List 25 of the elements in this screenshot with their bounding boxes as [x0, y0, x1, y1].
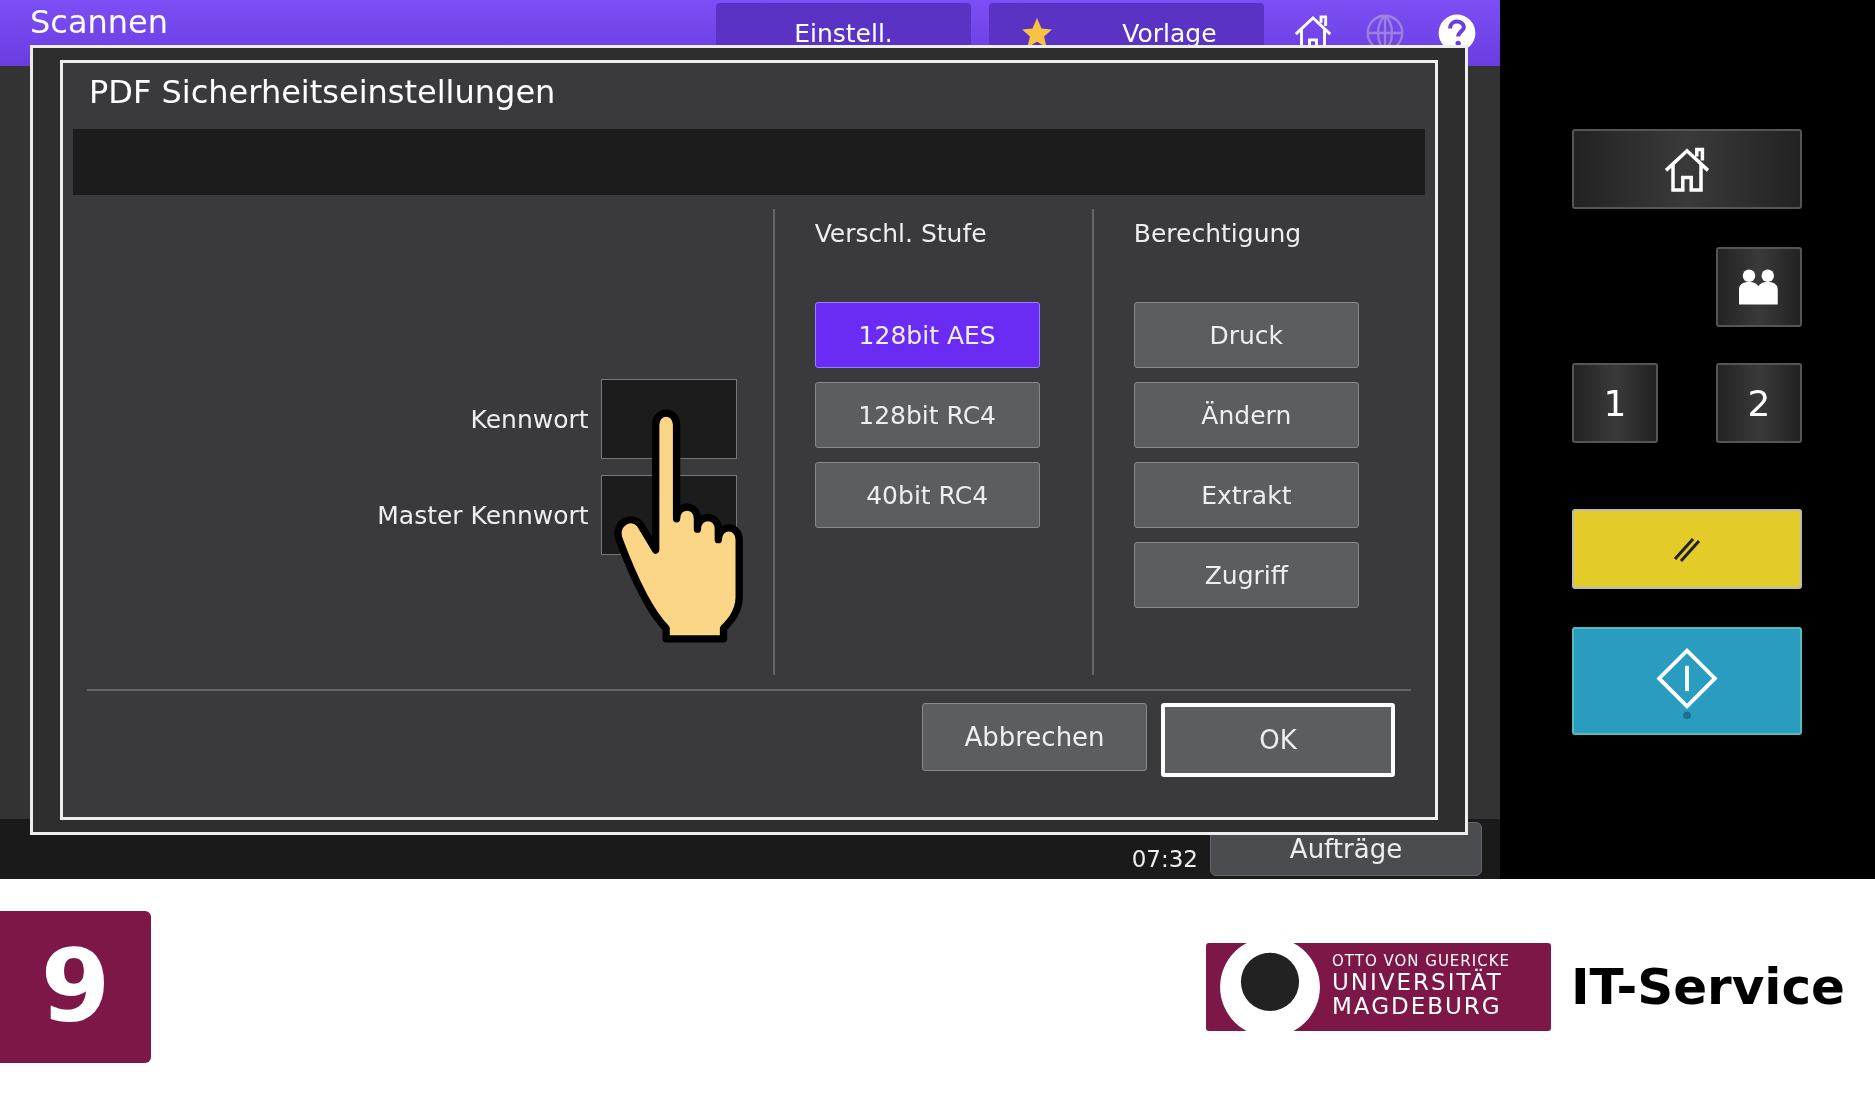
- option-button[interactable]: Zugriff: [1133, 542, 1359, 608]
- dialog-title: PDF Sicherheitseinstellungen: [88, 72, 557, 113]
- option-button[interactable]: Druck: [1133, 302, 1359, 368]
- clock-time: 07:32: [1131, 846, 1198, 872]
- column-heading: Verschl. Stufe: [814, 219, 987, 248]
- start-button[interactable]: [1572, 627, 1802, 735]
- option-button[interactable]: 128bit AES: [814, 302, 1040, 368]
- home-button[interactable]: [1572, 129, 1802, 209]
- option-button[interactable]: 40bit RC4: [814, 462, 1040, 528]
- option-button[interactable]: 128bit RC4: [814, 382, 1040, 448]
- column-heading: Berechtigung: [1133, 219, 1302, 248]
- field-label: Master Kennwort: [377, 500, 589, 530]
- users-button[interactable]: [1716, 247, 1802, 327]
- logo-text: UNIVERSITÄT: [1332, 970, 1504, 995]
- cancel-button[interactable]: Abbrechen: [922, 703, 1147, 771]
- department-name: IT-Service: [1571, 957, 1845, 1016]
- number-key[interactable]: 1: [1572, 363, 1658, 443]
- option-button[interactable]: Ändern: [1133, 382, 1359, 448]
- option-button[interactable]: Extrakt: [1133, 462, 1359, 528]
- ok-button[interactable]: OK: [1161, 703, 1395, 777]
- logo-text: MAGDEBURG: [1332, 994, 1503, 1019]
- number-key[interactable]: 2: [1716, 363, 1802, 443]
- field-label: Kennwort: [470, 404, 589, 434]
- step-number: 9: [0, 910, 151, 1063]
- screen-title: Scannen: [30, 6, 169, 38]
